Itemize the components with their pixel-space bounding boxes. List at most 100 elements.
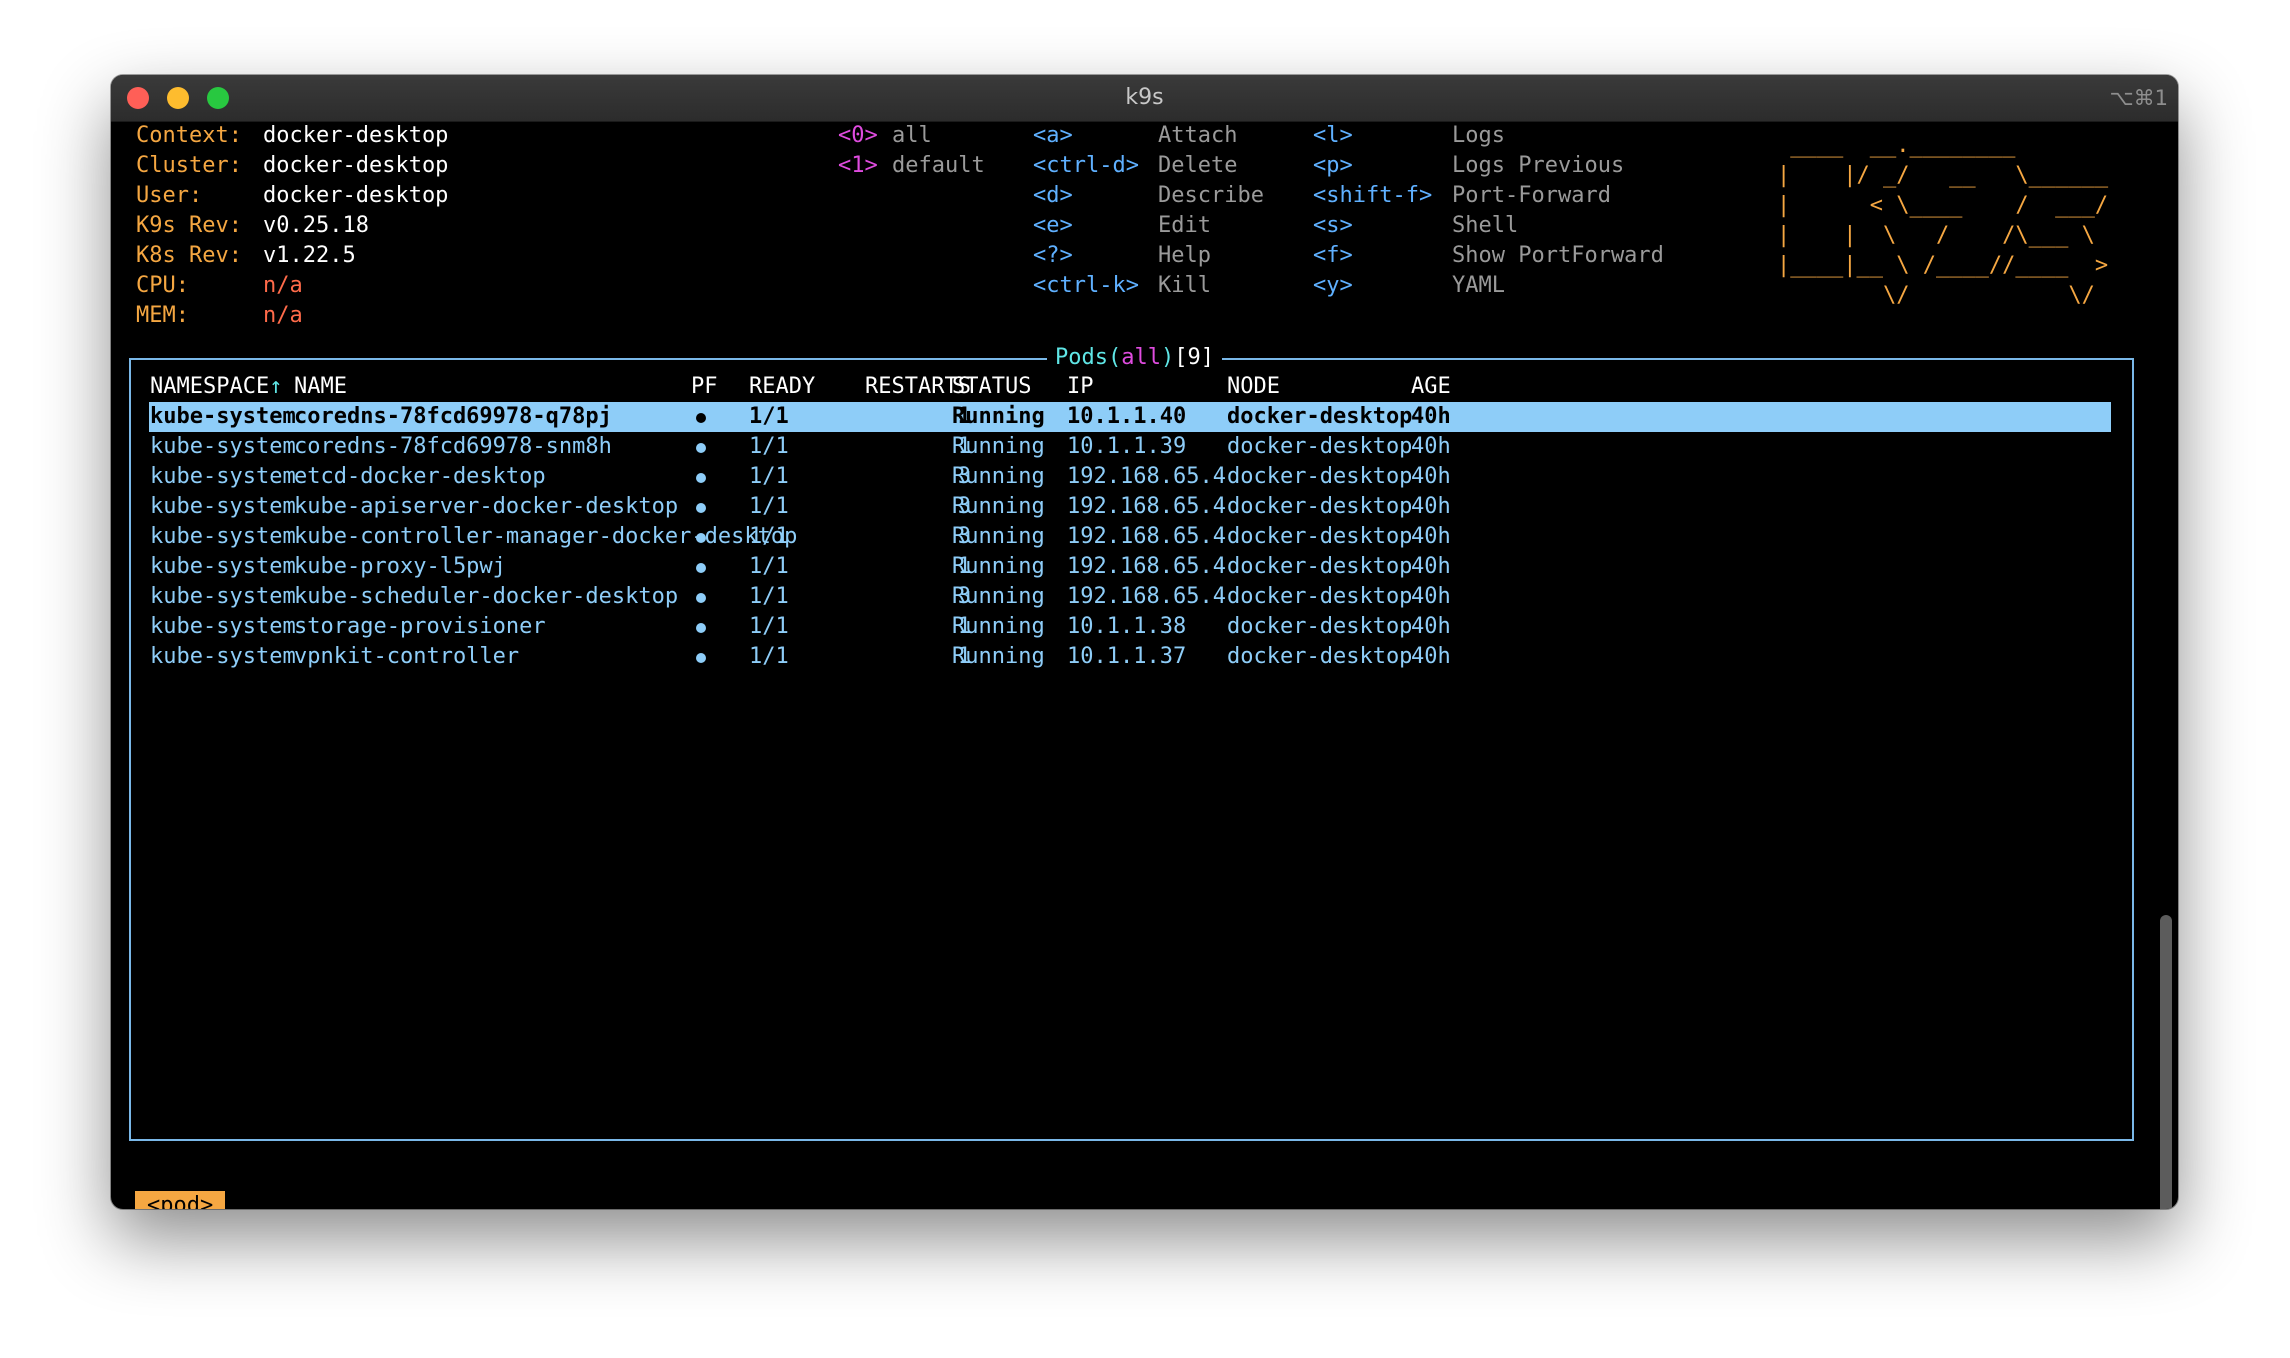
shortcut-key-yaml[interactable]: <y>: [1313, 271, 1353, 301]
table-row[interactable]: kube-system coredns-78fcd69978-q78pj 1/1 1 R…: [149, 402, 2111, 432]
cell-node: docker-desktop: [1227, 554, 1413, 579]
shortcut-key-edit[interactable]: <e>: [1033, 211, 1073, 241]
header-name[interactable]: NAME: [294, 372, 347, 402]
header-age[interactable]: AGE: [1411, 372, 1451, 402]
header-node[interactable]: NODE: [1227, 372, 1280, 402]
table-row[interactable]: kube-system kube-scheduler-docker-desktop…: [149, 582, 2111, 612]
port-forward-dot-icon: [696, 623, 706, 633]
title-bar: k9s ⌥⌘1: [111, 75, 2178, 122]
shortcut-key-logs[interactable]: <l>: [1313, 121, 1353, 151]
cell-node: docker-desktop: [1227, 524, 1413, 549]
table-title-close: ): [1160, 345, 1175, 370]
header-ip[interactable]: IP: [1067, 372, 1094, 402]
cpu-value: n/a: [263, 273, 303, 298]
table-title-count: [9]: [1174, 345, 1214, 370]
cell-status: Running: [952, 614, 1045, 639]
shortcut-key-kill[interactable]: <ctrl-k>: [1033, 271, 1139, 301]
shortcut-key-describe[interactable]: <d>: [1033, 181, 1073, 211]
port-forward-dot-icon: [696, 533, 706, 543]
table-row[interactable]: kube-system kube-apiserver-docker-desktop…: [149, 492, 2111, 522]
cell-ready: 1/1: [749, 494, 789, 519]
table-row[interactable]: kube-system storage-provisioner 1/1 1 Runnin…: [149, 612, 2111, 642]
shortcut-key-help[interactable]: <?>: [1033, 241, 1073, 271]
table-row[interactable]: kube-system vpnkit-controller 1/1 1 Running 1…: [149, 642, 2111, 672]
shortcut-label-attach[interactable]: Attach: [1158, 121, 1237, 151]
namespace-label-all[interactable]: all: [892, 121, 932, 151]
cell-ready: 1/1: [749, 404, 789, 429]
table-title-resource: Pods: [1055, 345, 1108, 370]
cell-namespace: kube-system: [150, 614, 296, 639]
table-row[interactable]: kube-system coredns-78fcd69978-snm8h 1/1 1 R…: [149, 432, 2111, 462]
breadcrumb-pod[interactable]: <pod>: [135, 1191, 226, 1209]
cell-ip: 10.1.1.39: [1067, 434, 1187, 459]
cell-node: docker-desktop: [1227, 644, 1413, 669]
shortcut-label-logs-previous[interactable]: Logs Previous: [1452, 151, 1624, 181]
cell-ip: 192.168.65.4: [1067, 554, 1226, 579]
table-row[interactable]: kube-system kube-proxy-l5pwj 1/1 1 Running 19…: [149, 552, 2111, 582]
cell-name: kube-scheduler-docker-desktop: [294, 584, 679, 609]
header-ready[interactable]: READY: [749, 372, 815, 402]
cell-ip: 192.168.65.4: [1067, 464, 1226, 489]
port-forward-dot-icon: [696, 653, 706, 663]
namespace-key-0[interactable]: <0>: [838, 121, 878, 151]
shortcut-label-edit[interactable]: Edit: [1158, 211, 1211, 241]
k9s-logo: ____ __.________ | |/ _/ __ \______ | < …: [1777, 133, 2109, 308]
port-forward-dot-icon: [696, 503, 706, 513]
k9s-rev-label: K9s Rev:: [136, 213, 242, 238]
cell-namespace: kube-system: [150, 584, 296, 609]
cell-ip: 192.168.65.4: [1067, 494, 1226, 519]
cell-namespace: kube-system: [150, 644, 296, 669]
cell-namespace: kube-system: [150, 524, 296, 549]
cell-node: docker-desktop: [1227, 464, 1413, 489]
port-forward-dot-icon: [696, 563, 706, 573]
cell-ip: 10.1.1.38: [1067, 614, 1187, 639]
cell-name: storage-provisioner: [294, 614, 546, 639]
cell-namespace: kube-system: [150, 494, 296, 519]
table-row[interactable]: kube-system etcd-docker-desktop 1/1 3 Runnin…: [149, 462, 2111, 492]
shortcut-key-delete[interactable]: <ctrl-d>: [1033, 151, 1139, 181]
shortcut-key-logs-previous[interactable]: <p>: [1313, 151, 1353, 181]
cell-status: Running: [952, 524, 1045, 549]
shortcut-key-shell[interactable]: <s>: [1313, 211, 1353, 241]
shortcut-label-help[interactable]: Help: [1158, 241, 1211, 271]
cell-status: Running: [952, 404, 1045, 429]
cell-status: Running: [952, 584, 1045, 609]
cell-ready: 1/1: [749, 554, 789, 579]
k8s-rev-value: v1.22.5: [263, 243, 356, 268]
scrollbar-thumb[interactable]: [2160, 915, 2172, 1209]
cell-name: coredns-78fcd69978-q78pj: [294, 404, 612, 429]
shortcut-key-attach[interactable]: <a>: [1033, 121, 1073, 151]
port-forward-dot-icon: [696, 473, 706, 483]
user-value: docker-desktop: [263, 183, 449, 208]
header-status[interactable]: STATUS: [952, 372, 1031, 402]
header-namespace[interactable]: NAMESPACE↑: [150, 372, 282, 402]
pods-table-frame: Pods(all)[9] NAMESPACE↑ NAME PF READY RE…: [129, 343, 2134, 1141]
cell-name: kube-proxy-l5pwj: [294, 554, 506, 579]
namespace-label-default[interactable]: default: [892, 151, 985, 181]
shortcut-label-logs[interactable]: Logs: [1452, 121, 1505, 151]
header-pf[interactable]: PF: [691, 372, 718, 402]
shortcut-key-show-portforward[interactable]: <f>: [1313, 241, 1353, 271]
cell-ip: 10.1.1.40: [1067, 404, 1187, 429]
k8s-rev-label: K8s Rev:: [136, 243, 242, 268]
window-title: k9s: [1125, 85, 1164, 110]
shortcut-key-port-forward[interactable]: <shift-f>: [1313, 181, 1432, 211]
cell-namespace: kube-system: [150, 404, 296, 429]
shortcut-label-describe[interactable]: Describe: [1158, 181, 1264, 211]
namespace-key-1[interactable]: <1>: [838, 151, 878, 181]
cell-age: 40h: [1411, 554, 1451, 579]
cell-node: docker-desktop: [1227, 494, 1413, 519]
shortcut-label-kill[interactable]: Kill: [1158, 271, 1211, 301]
table-row[interactable]: kube-system kube-controller-manager-docke…: [149, 522, 2111, 552]
shortcut-label-shell[interactable]: Shell: [1452, 211, 1518, 241]
cell-status: Running: [952, 464, 1045, 489]
cluster-value: docker-desktop: [263, 153, 449, 178]
table-title-open: (: [1107, 345, 1122, 370]
shortcut-label-delete[interactable]: Delete: [1158, 151, 1237, 181]
shortcut-label-show-portforward[interactable]: Show PortForward: [1452, 241, 1664, 271]
cell-name: kube-apiserver-docker-desktop: [294, 494, 679, 519]
cell-name: coredns-78fcd69978-snm8h: [294, 434, 612, 459]
shortcut-label-port-forward[interactable]: Port-Forward: [1452, 181, 1611, 211]
shortcut-label-yaml[interactable]: YAML: [1452, 271, 1505, 301]
cell-age: 40h: [1411, 494, 1451, 519]
